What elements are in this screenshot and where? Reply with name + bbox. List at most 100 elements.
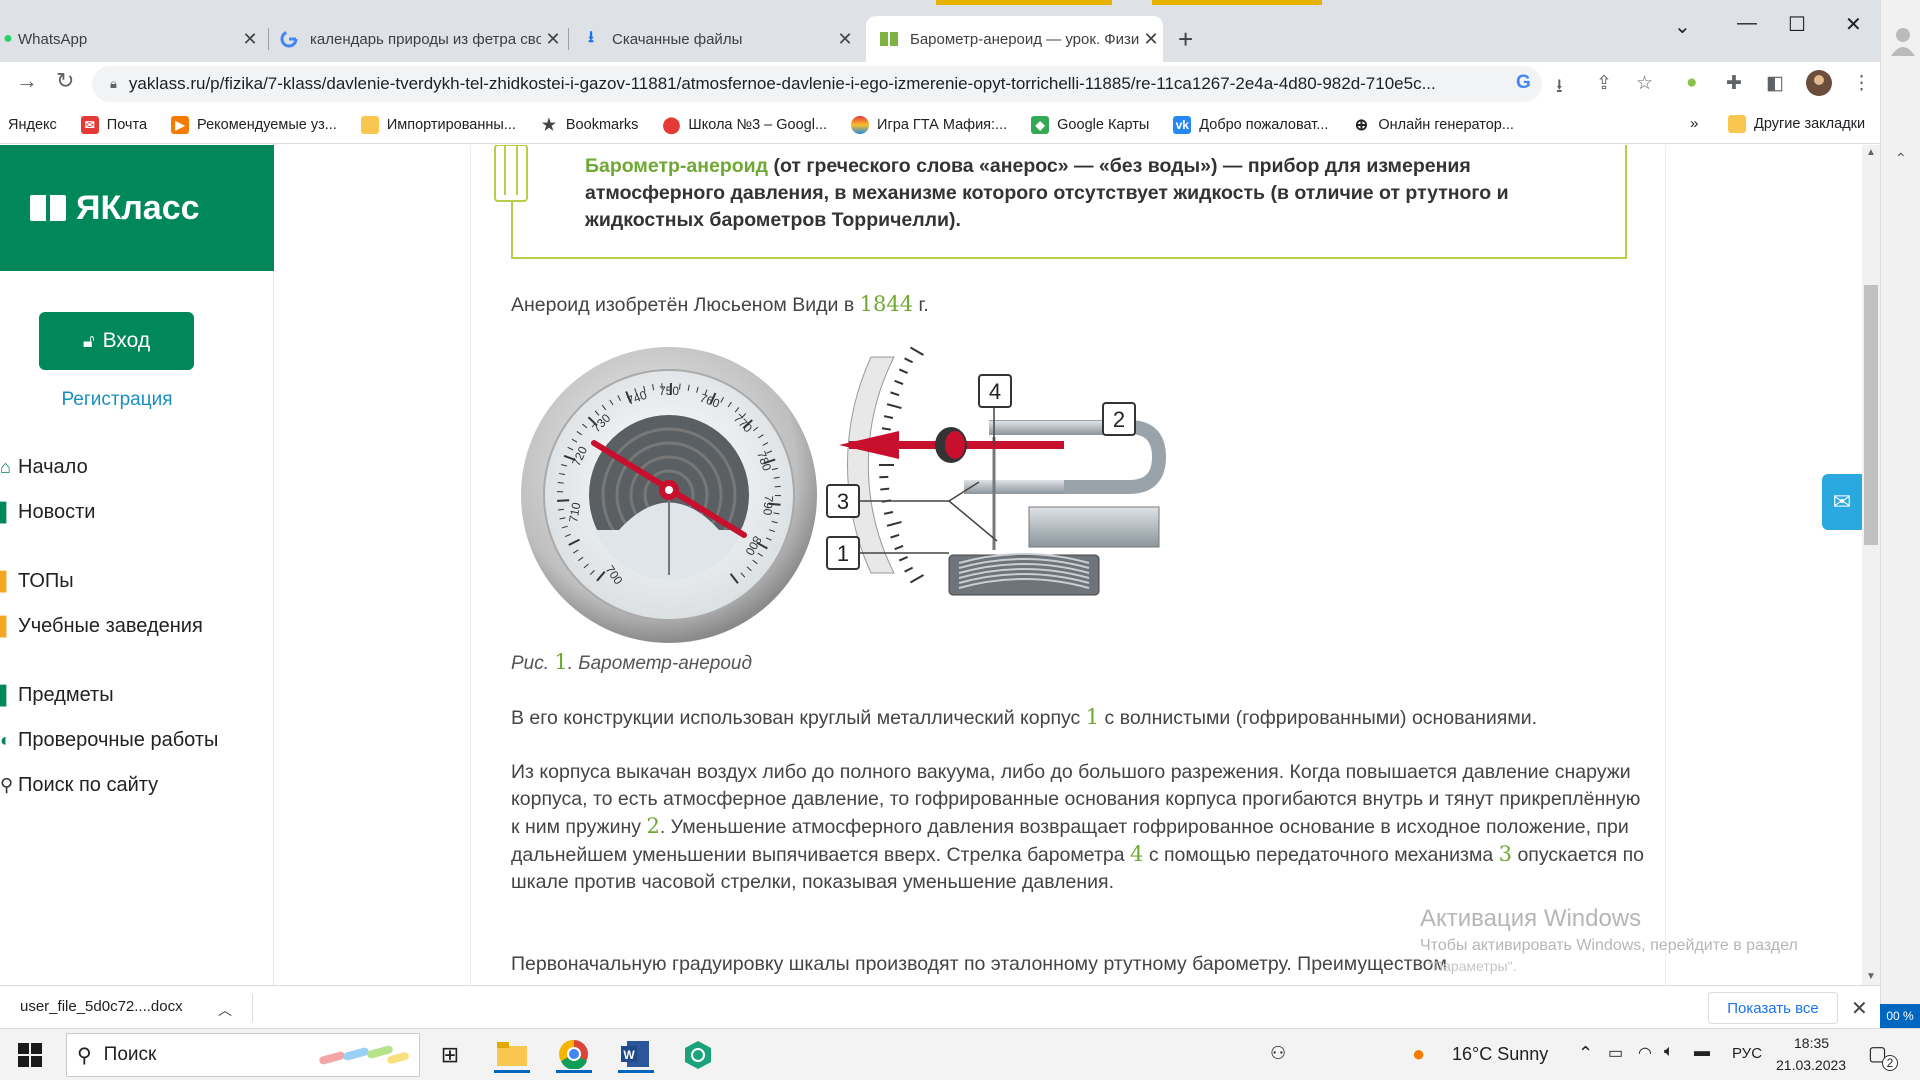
clock-time[interactable]: 18:35 — [1794, 1035, 1829, 1051]
bookmark-school[interactable]: ⬤ Школа №3 – Googl... — [662, 116, 827, 134]
taskbar-search[interactable]: ⚲ Поиск — [66, 1033, 420, 1077]
login-button[interactable]: 🔓︎ Вход — [39, 312, 194, 370]
activation-title: Активация Windows — [1420, 905, 1642, 932]
bookmark-star-icon[interactable]: ☆ — [1636, 72, 1653, 95]
close-download-bar-icon[interactable]: ✕ — [1851, 996, 1868, 1021]
yaklass-logo[interactable]: ЯКласс — [0, 145, 274, 271]
bookmark-yandex[interactable]: Яндекс — [8, 117, 57, 133]
close-tab-icon[interactable]: ✕ — [541, 29, 565, 50]
dial-tick — [679, 383, 681, 390]
star-icon: ★ — [541, 116, 557, 134]
bookmark-bookmarks[interactable]: ★ Bookmarks — [540, 116, 639, 134]
vpn-app-icon[interactable] — [680, 1037, 716, 1073]
feedback-mail-button[interactable]: ✉ — [1822, 474, 1862, 530]
bookmark-imported[interactable]: Импортированны... — [360, 115, 516, 134]
bookmark-vk[interactable]: vk Добро пожаловат... — [1173, 115, 1328, 134]
svg-text:W: W — [623, 1048, 635, 1062]
scroll-down-icon[interactable]: ▼ — [1866, 971, 1876, 982]
menu-icon[interactable]: ⋮ — [1852, 72, 1871, 95]
google-translate-icon[interactable]: G — [1516, 72, 1531, 94]
dial-tick — [557, 499, 570, 502]
scale-tick — [881, 427, 891, 431]
bookmark-other-folder[interactable]: Другие закладки — [1728, 115, 1865, 133]
scale-tick — [904, 566, 914, 573]
extension-icon[interactable]: ● — [1686, 72, 1697, 94]
bookmark-gta[interactable]: Игра ГТА Мафия:... — [851, 115, 1007, 134]
scroll-up-icon[interactable]: ▲ — [1866, 147, 1876, 158]
tab-group-indicator — [936, 0, 1112, 5]
close-tab-icon[interactable]: ✕ — [1139, 29, 1163, 50]
bookmark-mail[interactable]: ✉ Почта — [80, 115, 147, 134]
tab-group-indicator — [1152, 0, 1322, 5]
address-bar[interactable]: 🔒︎ yaklass.ru/p/fizika/7-klass/davlenie-… — [92, 66, 1542, 102]
scale-tick — [883, 415, 894, 419]
tab-google-search[interactable]: календарь природы из фетра своими ✕ — [280, 16, 565, 62]
book-icon — [30, 195, 66, 221]
bookmark-recommended[interactable]: ▶ Рекомендуемые уз... — [171, 115, 337, 134]
forward-icon[interactable]: → — [16, 68, 38, 94]
language-indicator[interactable]: РУС — [1732, 1045, 1762, 1062]
tab-yaklass-active[interactable]: Барометр-анероид — урок. Физика ✕ — [866, 16, 1163, 62]
share-icon[interactable]: ⇪ — [1596, 72, 1612, 95]
bookmark-generator[interactable]: ⊕ Онлайн генератор... — [1352, 116, 1514, 134]
register-link[interactable]: Регистрация — [0, 389, 234, 411]
nav-search[interactable]: ⚲ Поиск по сайту — [0, 769, 158, 801]
scroll-up-icon[interactable]: ⌃ — [1895, 150, 1907, 167]
chevron-up-icon[interactable]: ︿ — [218, 1000, 232, 1020]
close-tab-icon[interactable]: ✕ — [833, 29, 857, 50]
activation-text: Чтобы активировать Windows, перейдите в … — [1420, 937, 1798, 954]
nav-news[interactable]: ▌ Новости — [0, 496, 95, 528]
zoom-badge: 00 % — [1880, 1004, 1920, 1028]
clock-date[interactable]: 21.03.2023 — [1776, 1057, 1846, 1073]
side-panel-icon[interactable]: ◧ — [1766, 72, 1784, 95]
bookmarks-more-button[interactable]: » — [1690, 115, 1698, 132]
browser-toolbar: → ↻ 🔒︎ yaklass.ru/p/fizika/7-klass/davle… — [0, 62, 1920, 106]
recommended-icon: ▶ — [171, 115, 190, 134]
word-icon[interactable]: W — [618, 1037, 654, 1073]
install-app-icon[interactable]: ⭳ — [1556, 72, 1563, 104]
device-icon[interactable]: ▭ — [1608, 1043, 1623, 1063]
minimize-button[interactable]: — — [1737, 12, 1757, 35]
callout-1: 1 — [826, 536, 860, 570]
tab-whatsapp[interactable]: ● WhatsApp ✕ — [0, 16, 262, 62]
tab-title: календарь природы из фетра своими — [310, 30, 541, 48]
file-explorer-icon[interactable] — [494, 1037, 530, 1073]
browser-window: { "tabs":[ {"title":"WhatsApp","close":"… — [0, 0, 1920, 1080]
close-tab-icon[interactable]: ✕ — [238, 29, 262, 50]
figure-caption: Рис. 1. Барометр-анероид — [511, 650, 752, 674]
new-tab-button[interactable]: + — [1178, 24, 1193, 55]
tab-downloads[interactable]: ⭳ Скачанные файлы ✕ — [582, 16, 857, 62]
chrome-icon[interactable] — [556, 1037, 592, 1073]
home-icon: ⌂ — [0, 456, 11, 477]
bookmark-google-maps[interactable]: ◆ Google Карты — [1031, 115, 1149, 134]
reload-icon[interactable]: ↻ — [56, 68, 74, 94]
page-scrollbar[interactable]: ▲ ▼ — [1862, 145, 1880, 985]
tests-icon: ◐ — [0, 729, 11, 750]
task-view-icon[interactable]: ⊞ — [432, 1037, 468, 1073]
trophy-icon: ▌ — [0, 570, 13, 591]
volume-icon[interactable]: 🔈︎ — [1664, 1043, 1674, 1061]
tray-chevron-icon[interactable]: ⌃ — [1578, 1043, 1593, 1064]
dial-label: 790 — [760, 495, 776, 516]
url-text: yaklass.ru/p/fizika/7-klass/davlenie-tve… — [128, 74, 1436, 93]
show-all-downloads-button[interactable]: Показать все — [1708, 992, 1838, 1024]
tab-search-icon[interactable]: ⌄ — [1674, 14, 1691, 39]
wifi-icon[interactable]: ◠ — [1638, 1043, 1652, 1063]
nav-tests[interactable]: ◐ Проверочные работы — [0, 724, 218, 756]
nav-tops[interactable]: ▌ ТОПы — [0, 565, 74, 597]
extensions-puzzle-icon[interactable]: ✚ — [1726, 72, 1742, 95]
profile-avatar[interactable] — [1806, 70, 1832, 102]
maximize-button[interactable]: ☐ — [1788, 12, 1806, 37]
weather-text[interactable]: 16°C Sunny — [1452, 1044, 1548, 1065]
battery-icon[interactable]: ▬ — [1694, 1043, 1710, 1061]
scrollbar-thumb[interactable] — [1864, 285, 1878, 545]
window-close-button[interactable]: ✕ — [1845, 12, 1862, 37]
download-item[interactable]: user_file_5d0c72....docx — [20, 998, 183, 1015]
subjects-icon: ▌ — [0, 684, 13, 705]
callout-3: 3 — [826, 484, 860, 518]
nav-subjects[interactable]: ▌ Предметы — [0, 679, 114, 711]
nav-schools[interactable]: ▌ Учебные заведения — [0, 610, 203, 642]
nav-home[interactable]: ⌂ Начало — [0, 451, 88, 483]
start-button[interactable] — [18, 1043, 42, 1067]
people-icon[interactable]: ⚇ — [1270, 1043, 1286, 1064]
